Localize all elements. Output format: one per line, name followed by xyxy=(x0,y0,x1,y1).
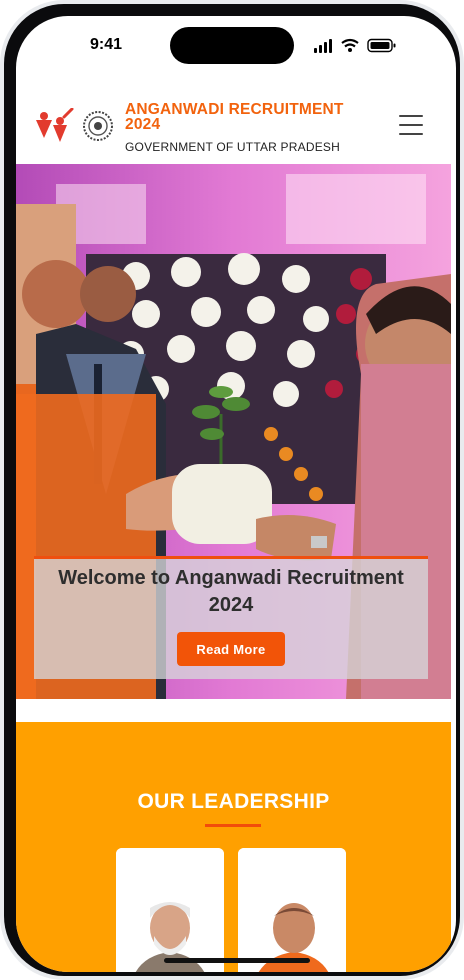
hamburger-menu-icon[interactable] xyxy=(399,115,423,137)
phone-bezel: 9:41 ANGANWADI RECRUITMENT 2024 GOVERNME… xyxy=(4,4,460,976)
status-bar: 9:41 xyxy=(16,16,456,74)
hero-heading: Welcome to Anganwadi Recruitment 2024 xyxy=(58,567,404,616)
site-subtitle: GOVERNMENT OF UTTAR PRADESH xyxy=(125,140,340,154)
leader-card[interactable] xyxy=(238,848,346,972)
leadership-section: OUR LEADERSHIP xyxy=(16,722,451,972)
status-time: 9:41 xyxy=(90,36,123,53)
dynamic-island xyxy=(170,27,294,64)
anganwadi-logo-icon[interactable] xyxy=(34,108,74,144)
wifi-icon xyxy=(341,38,359,52)
signal-icon xyxy=(314,39,332,53)
leadership-heading: OUR LEADERSHIP xyxy=(137,790,330,813)
hero-banner: Welcome to Anganwadi Recruitment 2024 Re… xyxy=(16,164,451,699)
battery-icon xyxy=(367,38,396,53)
government-seal-icon xyxy=(83,111,113,141)
site-title[interactable]: ANGANWADI RECRUITMENT 2024 xyxy=(125,102,375,133)
leader-photo xyxy=(116,848,224,972)
screen: 9:41 ANGANWADI RECRUITMENT 2024 GOVERNME… xyxy=(16,16,456,972)
site-header: ANGANWADI RECRUITMENT 2024 GOVERNMENT OF… xyxy=(16,80,456,170)
leader-card[interactable] xyxy=(116,848,224,972)
home-indicator[interactable] xyxy=(164,958,310,963)
read-more-button[interactable]: Read More xyxy=(177,632,285,666)
status-icons xyxy=(314,38,396,53)
heading-underline xyxy=(205,824,261,827)
phone-frame: 9:41 ANGANWADI RECRUITMENT 2024 GOVERNME… xyxy=(0,0,464,980)
leader-photo xyxy=(238,848,346,972)
hero-caption-panel: Welcome to Anganwadi Recruitment 2024 Re… xyxy=(34,556,428,679)
